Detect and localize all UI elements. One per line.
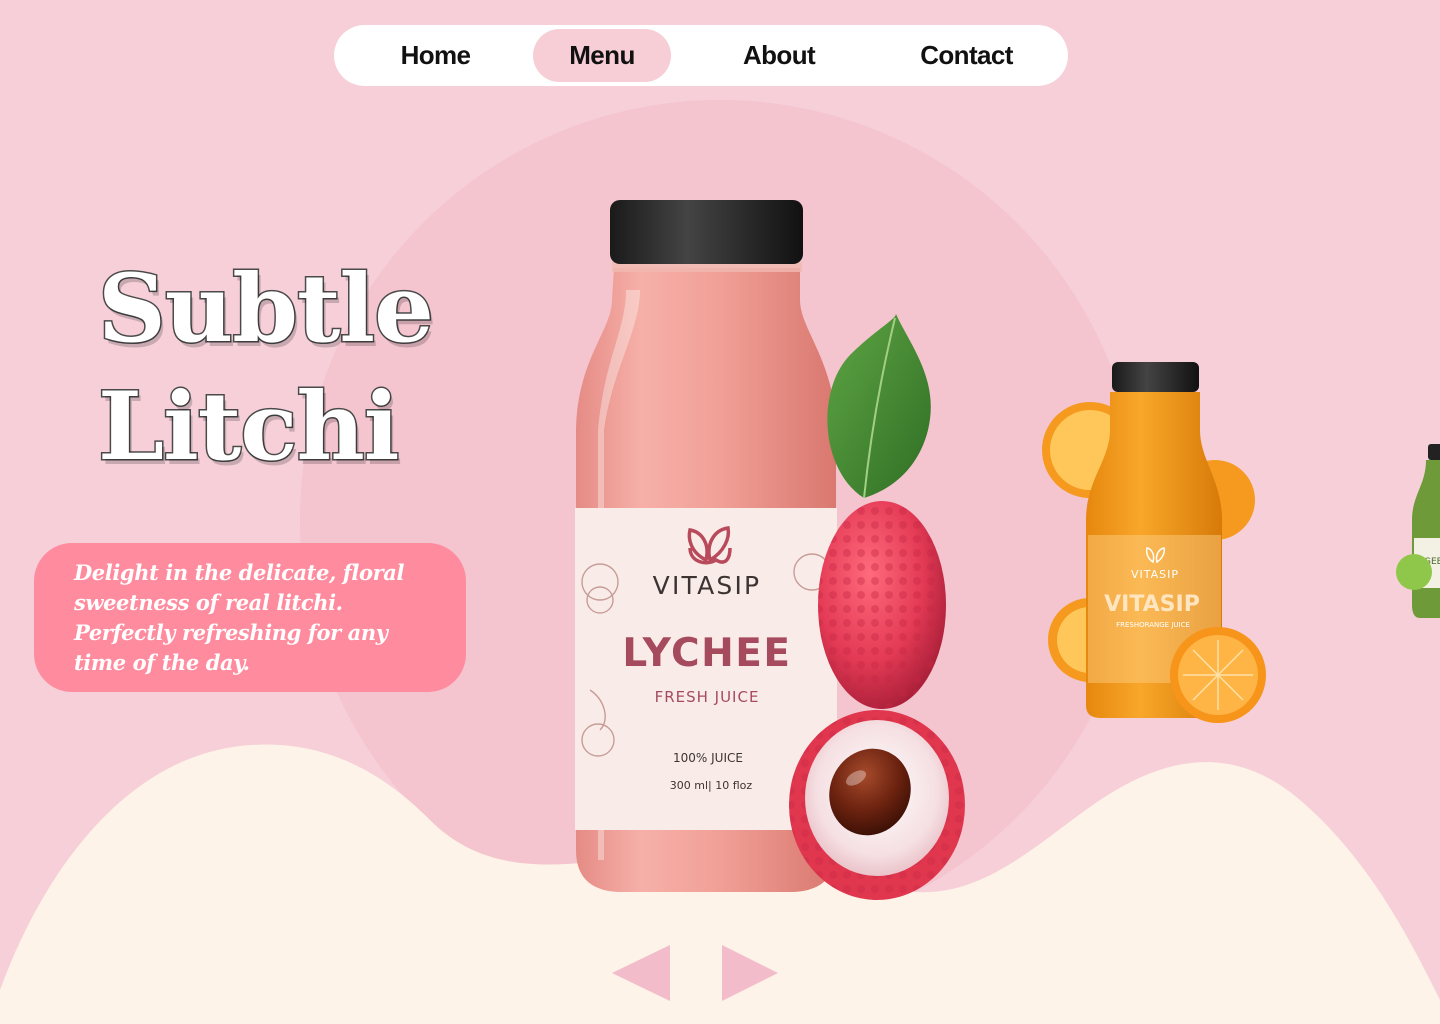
orange-subtitle: FRESHORANGE JUICE (1116, 621, 1190, 629)
triangle-right-icon[interactable] (722, 945, 778, 1001)
orange-brand-small: VITASIP (1131, 568, 1179, 581)
leaf (827, 314, 931, 499)
triangle-left-icon[interactable] (612, 945, 670, 1001)
bottle-percent: 100% JUICE (673, 751, 743, 765)
green-juice-bottle: GEE (1396, 444, 1440, 618)
orange-brand-large: VITASIP (1104, 592, 1200, 617)
bottle-volume: 300 ml| 10 floz (670, 779, 753, 792)
bottle-flavor: LYCHEE (622, 631, 791, 676)
bottle-brand: VITASIP (653, 571, 762, 600)
whole-lychee (818, 501, 946, 709)
bottle-subtitle: FRESH JUICE (655, 688, 760, 706)
bottle-cap (610, 200, 803, 264)
orange-juice-bottle: VITASIP VITASIP FRESHORANGE JUICE (1042, 362, 1266, 723)
halved-lychee (789, 710, 965, 900)
product-scene: VITASIP LYCHEE FRESH JUICE 100% JUICE 30… (575, 200, 1440, 900)
